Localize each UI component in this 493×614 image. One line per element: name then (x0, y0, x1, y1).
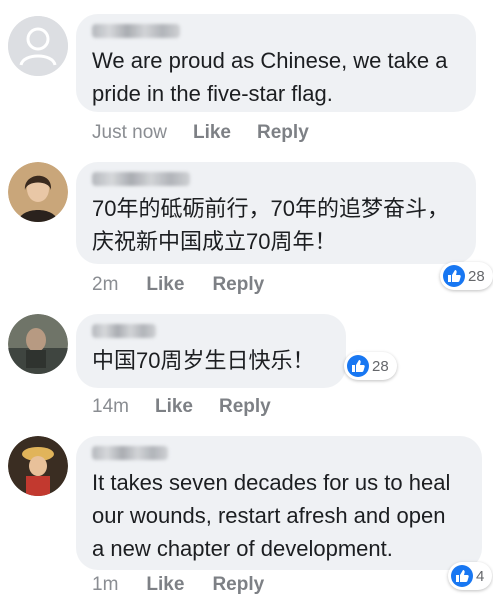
reaction-badge[interactable]: 28 (440, 262, 493, 290)
like-button[interactable]: Like (155, 396, 193, 418)
reply-button[interactable]: Reply (257, 122, 309, 144)
reply-button[interactable]: Reply (212, 574, 264, 596)
comment-actions: 2m Like Reply (92, 274, 264, 296)
blurred-author-name[interactable] (92, 24, 180, 38)
blurred-author-name[interactable] (92, 446, 168, 460)
thumbs-up-icon (347, 355, 369, 377)
like-button[interactable]: Like (193, 122, 231, 144)
comment-bubble: We are proud as Chinese, we take a pride… (76, 14, 476, 112)
user-avatar[interactable] (8, 436, 68, 496)
user-avatar[interactable] (8, 314, 68, 374)
like-button[interactable]: Like (146, 274, 184, 296)
reply-button[interactable]: Reply (212, 274, 264, 296)
comment-bubble: 70年的砥砺前行，70年的追梦奋斗， 庆祝新中国成立70周年！ (76, 162, 476, 264)
comment-timestamp[interactable]: 14m (92, 396, 129, 418)
default-avatar-icon[interactable] (8, 16, 68, 76)
thumbs-up-icon (451, 565, 473, 587)
reaction-count: 4 (476, 567, 485, 585)
comment-text: 70年的砥砺前行，70年的追梦奋斗， 庆祝新中国成立70周年！ (92, 196, 449, 254)
comment-bubble: It takes seven decades for us to heal ou… (76, 436, 482, 570)
comment-timestamp[interactable]: 2m (92, 274, 118, 296)
comment-text: 中国70周岁生日快乐！ (92, 348, 315, 373)
reply-button[interactable]: Reply (219, 396, 271, 418)
reaction-count: 28 (468, 267, 485, 285)
comment-text: We are proud as Chinese, we take a pride… (92, 48, 448, 106)
like-button[interactable]: Like (146, 574, 184, 596)
comment-actions: 14m Like Reply (92, 396, 271, 418)
comment-text: It takes seven decades for us to heal ou… (92, 470, 451, 561)
comment-bubble: 中国70周岁生日快乐！ (76, 314, 346, 388)
comment-timestamp[interactable]: Just now (92, 122, 167, 144)
reaction-badge[interactable]: 4 (448, 562, 493, 590)
comment-actions: 1m Like Reply (92, 574, 264, 596)
blurred-author-name[interactable] (92, 324, 156, 338)
comment-timestamp[interactable]: 1m (92, 574, 118, 596)
blurred-author-name[interactable] (92, 172, 190, 186)
user-avatar[interactable] (8, 162, 68, 222)
reaction-count: 28 (372, 357, 389, 375)
comment-actions: Just now Like Reply (92, 122, 309, 144)
reaction-badge[interactable]: 28 (344, 352, 397, 380)
thumbs-up-icon (443, 265, 465, 287)
